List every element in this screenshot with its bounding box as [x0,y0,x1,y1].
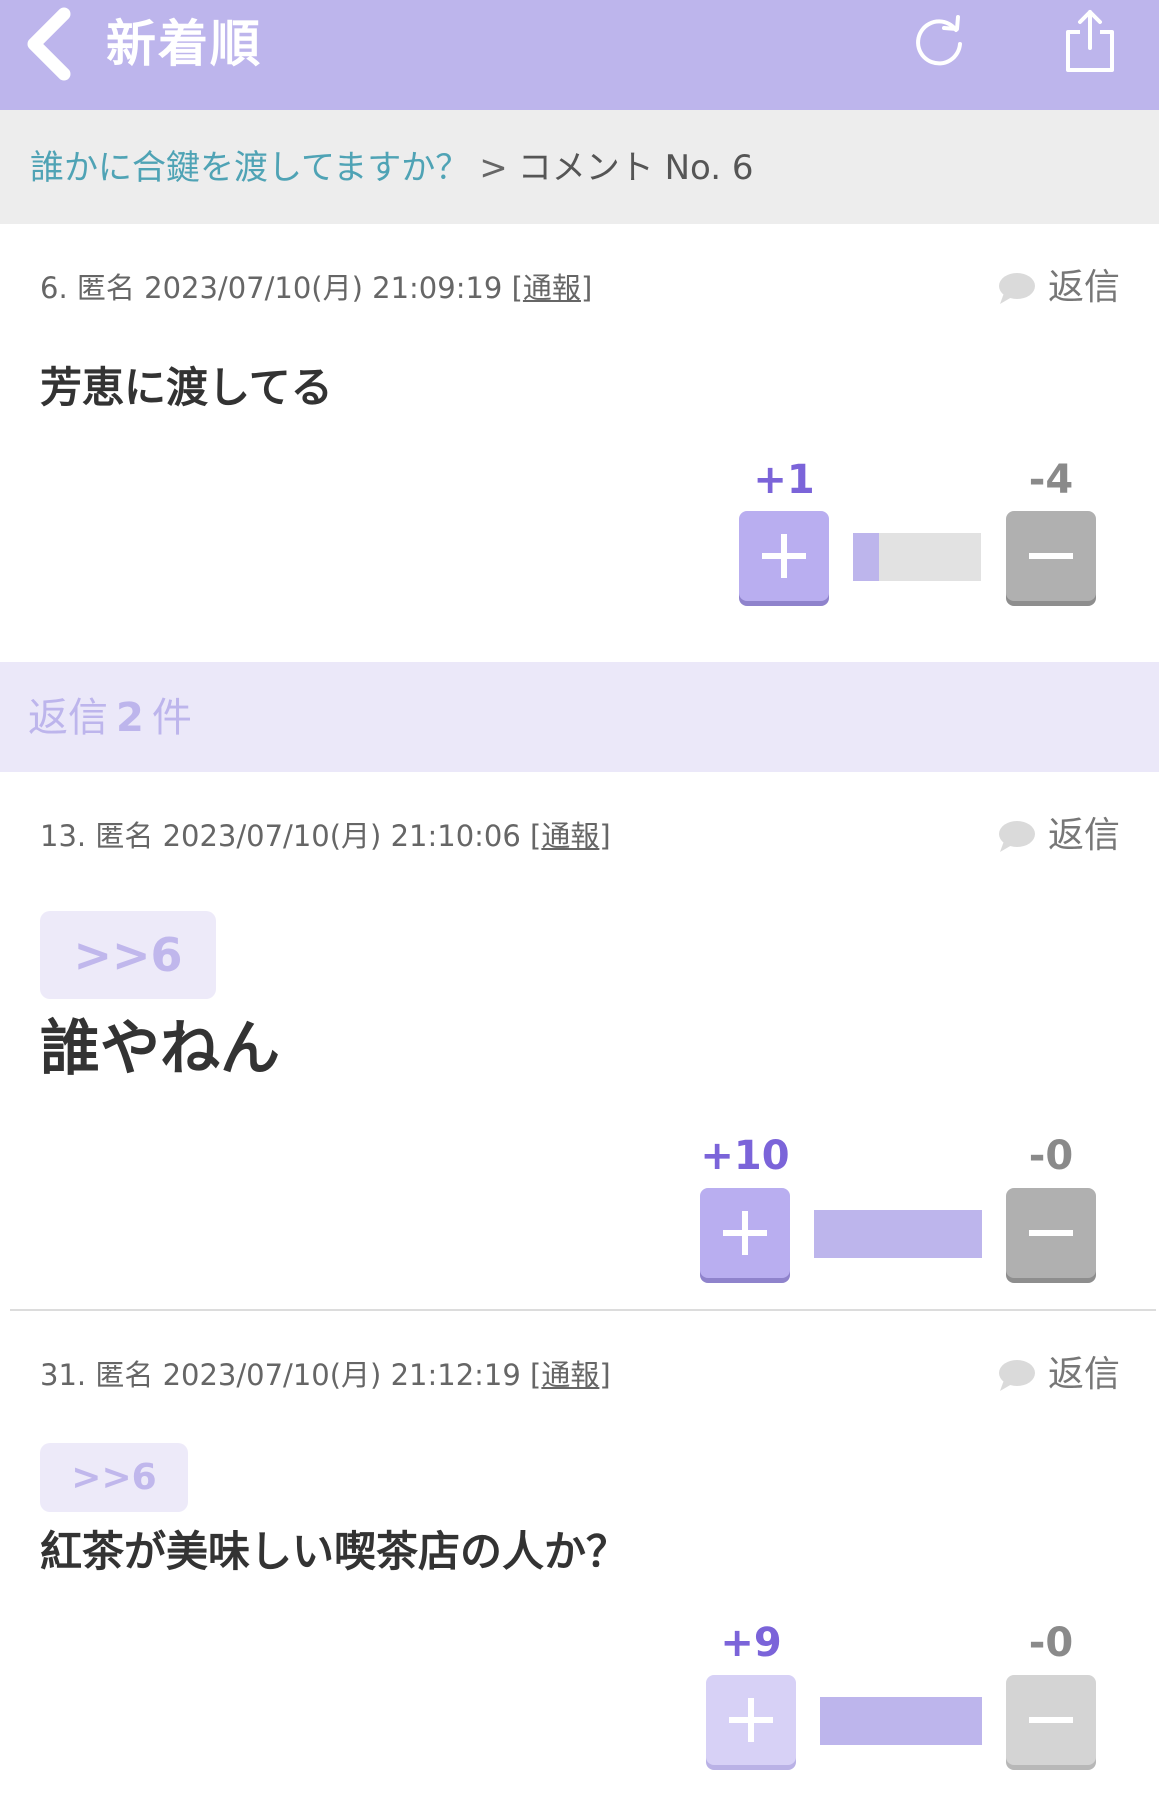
plus-button[interactable] [739,511,829,601]
speech-bubble-icon [999,273,1035,304]
plus-button[interactable] [706,1675,796,1765]
reply-label: 返信 [1048,1354,1121,1395]
minus-button[interactable] [1006,1188,1096,1278]
plus-icon [762,534,806,578]
minus-icon [1029,553,1073,559]
minus-button[interactable] [1006,1675,1096,1765]
breadcrumb: 誰かに合鍵を渡してますか？ > コメント No. 6 [0,110,1159,224]
vote-ratio-fill [820,1697,982,1745]
comment-author: 匿名 [76,271,135,305]
chevron-left-icon[interactable] [22,6,82,82]
comment-author: 匿名 [95,819,154,853]
comment-meta: 6. 匿名 2023/07/10(月) 21:09:19 [通報] [40,271,593,305]
plus-icon [729,1698,773,1742]
breadcrumb-current: コメント No. 6 [517,148,754,188]
vote-ratio-fill [853,533,879,581]
reply-label: 返信 [1048,815,1121,856]
reply-button[interactable]: 返信 [996,1353,1120,1397]
speech-bubble-icon [999,1360,1035,1391]
comment-meta: 31. 匿名 2023/07/10(月) 21:12:19 [通報] [40,1358,611,1392]
vote-ratio-bar [814,1210,982,1258]
speech-bubble-icon [999,821,1035,852]
minus-icon [1029,1230,1073,1236]
reply-anchor-link[interactable]: >>6 [40,911,216,999]
minus-count: -0 [1028,1620,1074,1666]
vote-ratio-fill [814,1210,982,1258]
reply-count-number: 2 [116,695,144,741]
reply-count-prefix: 返信 [28,695,108,741]
report-link[interactable]: 通報 [541,819,599,853]
reply-anchor-link[interactable]: >>6 [40,1443,188,1512]
minus-count: -4 [1028,457,1074,503]
reply-label: 返信 [1048,267,1121,308]
page-title: 新着順 [106,15,262,73]
divider [10,1309,1156,1311]
reply-button[interactable]: 返信 [996,814,1120,858]
plus-button[interactable] [700,1188,790,1278]
comment-text: 紅茶が美味しい喫茶店の人か？ [40,1527,629,1576]
vote-ratio-bar [820,1697,982,1745]
comment-meta: 13. 匿名 2023/07/10(月) 21:10:06 [通報] [40,819,611,853]
reply-count-suffix: 件 [151,695,192,741]
comment-number: 31. [40,1358,87,1392]
comment-number: 13. [40,819,87,853]
plus-count: +1 [753,457,815,503]
reload-icon[interactable] [912,14,968,70]
comment-datetime: 2023/07/10(月) 21:09:19 [144,271,503,305]
minus-button[interactable] [1006,511,1096,601]
comment-number: 6. [40,271,68,305]
breadcrumb-topic-link[interactable]: 誰かに合鍵を渡してますか？ [30,148,469,188]
comment-datetime: 2023/07/10(月) 21:12:19 [162,1358,521,1392]
reply-button[interactable]: 返信 [996,266,1120,310]
comment-author: 匿名 [95,1358,154,1392]
vote-ratio-bar [853,533,981,581]
share-icon[interactable] [1062,8,1118,74]
breadcrumb-separator: > [479,148,508,188]
comment-datetime: 2023/07/10(月) 21:10:06 [162,819,521,853]
report-link[interactable]: 通報 [523,271,581,305]
plus-icon [723,1211,767,1255]
report-link[interactable]: 通報 [541,1358,599,1392]
plus-count: +10 [700,1133,790,1179]
plus-count: +9 [720,1620,782,1666]
comment-text: 芳恵に渡してる [40,363,333,412]
comment-text: 誰やねん [40,1014,280,1084]
top-bar: 新着順 [0,0,1159,110]
minus-icon [1029,1717,1073,1723]
minus-count: -0 [1028,1133,1074,1179]
reply-count-header: 返信 2 件 [0,662,1159,772]
